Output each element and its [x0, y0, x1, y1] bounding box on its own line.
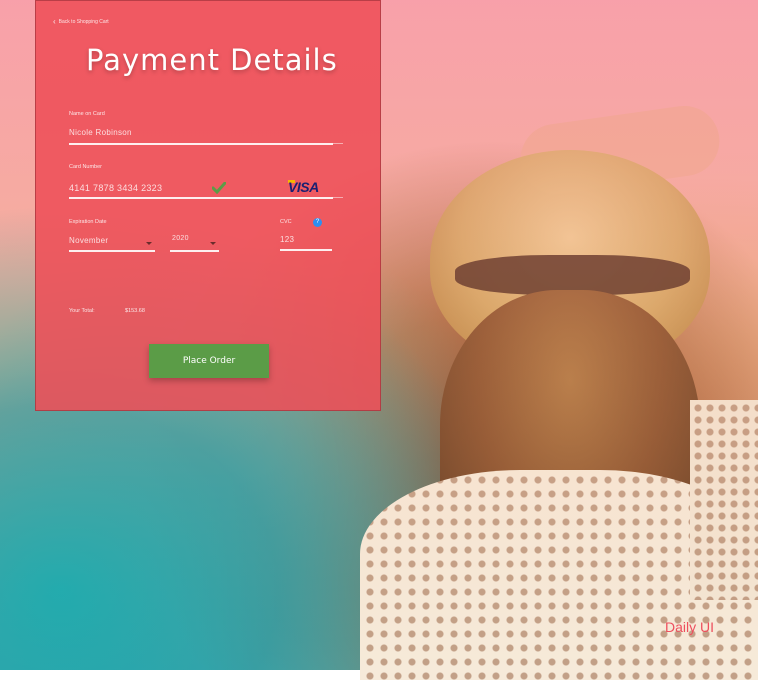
total-label: Your Total: — [69, 308, 95, 314]
card-number-label: Card Number — [69, 164, 103, 170]
exp-year-caret-icon[interactable] — [210, 242, 216, 245]
exp-month-caret-icon[interactable] — [146, 242, 152, 245]
name-field[interactable]: Nicole Robinson — [69, 128, 132, 137]
back-label: Back to Shopping Cart — [58, 19, 109, 25]
check-icon — [212, 182, 226, 194]
cvc-label: CVC — [280, 219, 292, 225]
name-label: Name on Card — [69, 111, 105, 117]
payment-panel: ‹ Back to Shopping Cart Payment Details … — [35, 0, 381, 411]
name-underline-end — [333, 143, 343, 144]
expiration-label: Expiration Date — [69, 219, 107, 225]
place-order-button[interactable]: Place Order — [149, 344, 269, 378]
card-underline-end — [333, 197, 343, 198]
exp-month-select[interactable]: November — [69, 236, 108, 245]
exp-year-underline — [170, 250, 219, 252]
chevron-left-icon: ‹ — [53, 17, 56, 26]
daily-ui-watermark: Daily UI — [665, 619, 715, 635]
cvc-underline — [280, 249, 332, 251]
card-underline — [69, 197, 333, 199]
back-to-cart-link[interactable]: ‹ Back to Shopping Cart — [53, 17, 109, 26]
page-title: Payment Details — [86, 43, 338, 77]
exp-year-select[interactable]: 2020 — [172, 235, 189, 242]
total-value: $153.68 — [125, 308, 145, 314]
exp-month-underline — [69, 250, 155, 252]
cvc-help-icon[interactable]: ? — [313, 218, 322, 227]
cvc-field[interactable]: 123 — [280, 235, 294, 244]
name-underline — [69, 143, 333, 145]
card-number-field[interactable]: 4141 7878 3434 2323 — [69, 183, 162, 193]
visa-logo: VISA — [288, 179, 319, 195]
